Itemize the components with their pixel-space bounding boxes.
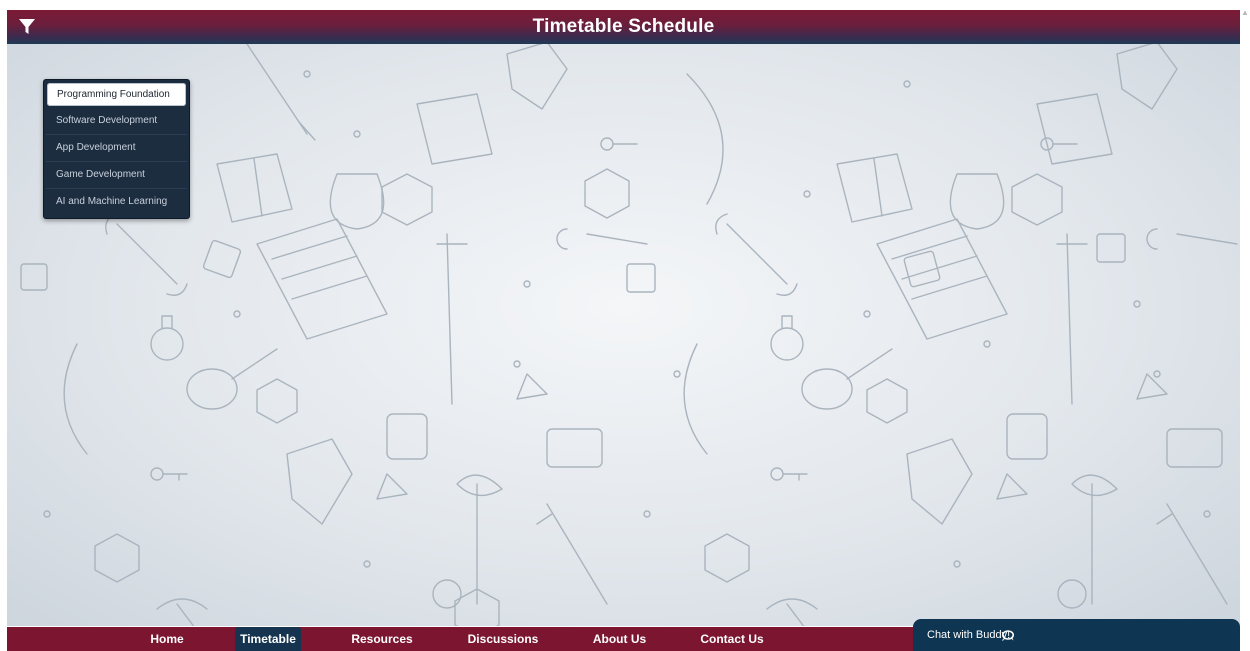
course-option-software-development[interactable]: Software Development — [46, 108, 187, 135]
nav-link-about-us[interactable]: About Us — [577, 627, 662, 651]
nav-link-timetable[interactable]: Timetable — [235, 627, 301, 651]
course-option-game-development[interactable]: Game Development — [46, 162, 187, 189]
app-window: Timetable Schedule Programming Foundatio… — [7, 10, 1240, 651]
course-filter-dropdown: Programming Foundation Software Developm… — [43, 79, 190, 219]
page-title: Timetable Schedule — [532, 16, 715, 37]
footer-nav: Home Timetable Resources Discussions Abo… — [7, 627, 907, 651]
filter-funnel-icon — [19, 19, 35, 34]
chat-with-buddy-button[interactable]: Chat with Buddy! — [913, 619, 1240, 651]
nav-link-contact-us[interactable]: Contact Us — [687, 627, 777, 651]
chat-label: Chat with Buddy! — [927, 629, 1011, 641]
course-option-app-development[interactable]: App Development — [46, 135, 187, 162]
top-header: Timetable Schedule — [7, 10, 1240, 44]
background-doodle-pattern — [20, 44, 1238, 626]
course-option-programming-foundation[interactable]: Programming Foundation — [47, 83, 186, 106]
filter-button[interactable] — [17, 17, 37, 37]
main-content-area: Programming Foundation Software Developm… — [7, 44, 1240, 626]
nav-link-home[interactable]: Home — [127, 627, 207, 651]
scrollbar-up-arrow[interactable]: ▲ — [1240, 8, 1250, 18]
nav-link-resources[interactable]: Resources — [337, 627, 427, 651]
nav-link-discussions[interactable]: Discussions — [453, 627, 553, 651]
chat-bubble-icon — [1002, 630, 1014, 641]
course-option-ai-machine-learning[interactable]: AI and Machine Learning — [46, 189, 187, 215]
